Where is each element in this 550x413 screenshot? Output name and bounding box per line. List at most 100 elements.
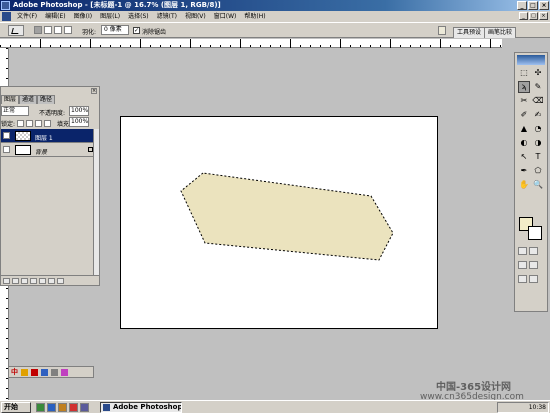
ime-language-toggle[interactable]: 中 xyxy=(11,367,18,377)
ime-mode-icon[interactable] xyxy=(21,368,28,376)
eye-icon[interactable] xyxy=(3,132,10,139)
ime-skin-icon[interactable] xyxy=(61,368,68,376)
ime-keyboard-icon[interactable] xyxy=(41,368,48,376)
lock-label: 锁定: xyxy=(1,120,16,128)
close-button[interactable]: × xyxy=(539,1,549,10)
layers-panel: × 图层 通道 路径 正常 不透明度: 100% 锁定: 填充: 100% 图层… xyxy=(0,86,100,286)
standard-screen-icon[interactable] xyxy=(518,261,527,269)
magic-wand-tool-icon[interactable]: ✎ xyxy=(532,81,544,93)
app-icon[interactable] xyxy=(69,403,78,412)
tab-paths[interactable]: 路径 xyxy=(37,95,56,104)
menu-view[interactable]: 视图(V) xyxy=(181,11,210,22)
quick-mask-icon[interactable] xyxy=(529,247,538,255)
lock-pixels-icon[interactable] xyxy=(26,119,34,127)
browser-icon[interactable] xyxy=(47,403,56,412)
menu-file[interactable]: 文件(F) xyxy=(13,11,41,22)
layer-thumbnail xyxy=(15,145,31,155)
background-color-swatch[interactable] xyxy=(528,226,542,240)
eye-icon[interactable] xyxy=(3,146,10,153)
lock-all-icon[interactable] xyxy=(44,119,52,127)
move-tool-icon[interactable]: ✣ xyxy=(532,67,544,79)
menu-help[interactable]: 帮助(H) xyxy=(240,11,269,22)
photoshop-logo-icon[interactable] xyxy=(517,55,545,65)
lock-transparency-icon[interactable] xyxy=(17,119,25,127)
menu-select[interactable]: 选择(S) xyxy=(124,11,153,22)
pen-tool-icon[interactable]: ✒ xyxy=(518,165,530,177)
menu-edit[interactable]: 编辑(E) xyxy=(41,11,69,22)
hand-tool-icon[interactable]: ✋ xyxy=(518,179,530,191)
doc-minimize-button[interactable]: _ xyxy=(519,12,528,20)
layer-style-icon[interactable] xyxy=(12,278,19,284)
ime-settings-icon[interactable] xyxy=(51,368,58,376)
layers-scrollbar[interactable] xyxy=(93,129,99,275)
selected-shape[interactable] xyxy=(181,173,393,260)
layers-footer xyxy=(1,275,99,285)
mask-icon[interactable] xyxy=(21,278,28,284)
new-layer-icon[interactable] xyxy=(48,278,55,284)
shape-tool-icon[interactable]: ⬠ xyxy=(532,165,544,177)
menu-window[interactable]: 窗口(W) xyxy=(210,11,241,22)
media-icon[interactable] xyxy=(80,403,89,412)
start-button[interactable]: 开始 xyxy=(1,402,31,413)
zoom-tool-icon[interactable]: 🔍 xyxy=(532,179,544,191)
trash-icon[interactable] xyxy=(57,278,64,284)
antialias-checkbox[interactable]: ✓ xyxy=(133,27,140,34)
stamp-tool-icon[interactable]: ▲ xyxy=(518,123,530,135)
doc-restore-button[interactable]: □ xyxy=(529,12,538,20)
opacity-input[interactable]: 100% xyxy=(69,106,89,116)
lock-row: 锁定: xyxy=(1,118,52,128)
crop-tool-icon[interactable]: ✂ xyxy=(518,95,530,107)
tab-tool-presets[interactable]: 工具预设 xyxy=(453,27,486,38)
intersect-selection-icon[interactable] xyxy=(64,26,72,34)
minimize-button[interactable]: _ xyxy=(517,1,527,10)
maximize-button[interactable]: □ xyxy=(528,1,538,10)
full-screen-menu-icon[interactable] xyxy=(529,261,538,269)
jump-to-imageready-icon[interactable] xyxy=(529,275,538,283)
layer-row-background[interactable]: 背景 xyxy=(1,143,95,157)
add-selection-icon[interactable] xyxy=(44,26,52,34)
blend-mode-select[interactable]: 正常 xyxy=(1,106,29,116)
tab-layers[interactable]: 图层 xyxy=(1,95,20,104)
menu-filter[interactable]: 滤镜(T) xyxy=(153,11,181,22)
clock[interactable]: 10:38 xyxy=(529,404,546,411)
ime-punct-icon[interactable] xyxy=(31,368,38,376)
polygonal-lasso-tool-icon[interactable]: ϡ xyxy=(518,81,530,93)
folder-icon[interactable] xyxy=(58,403,67,412)
horizontal-ruler xyxy=(0,39,502,48)
antialias-label: 消除锯齿 xyxy=(142,29,167,36)
tab-brushes[interactable]: 画笔比较 xyxy=(484,27,517,38)
brush-tool-icon[interactable]: ✍ xyxy=(532,109,544,121)
history-brush-tool-icon[interactable]: ◔ xyxy=(532,123,544,135)
new-selection-icon[interactable] xyxy=(34,26,42,34)
standard-mode-icon[interactable] xyxy=(518,247,527,255)
healing-brush-tool-icon[interactable]: ✐ xyxy=(518,109,530,121)
layers-panel-header[interactable]: × xyxy=(1,87,99,95)
adjustment-icon[interactable] xyxy=(39,278,46,284)
taskbar-photoshop-button[interactable]: Adobe Photoshop - [... xyxy=(100,402,182,413)
new-set-icon[interactable] xyxy=(30,278,37,284)
layer-thumbnail xyxy=(15,131,31,141)
fill-input[interactable]: 100% xyxy=(69,117,89,127)
full-screen-icon[interactable] xyxy=(518,275,527,283)
eraser-tool-icon[interactable]: ◐ xyxy=(518,137,530,149)
doc-close-button[interactable]: × xyxy=(539,12,548,20)
subtract-selection-icon[interactable] xyxy=(54,26,62,34)
slice-tool-icon[interactable]: ⌫ xyxy=(532,95,544,107)
type-tool-icon[interactable]: T xyxy=(532,151,544,163)
tab-channels[interactable]: 通道 xyxy=(19,95,38,104)
document-canvas[interactable] xyxy=(120,116,438,329)
link-icon[interactable] xyxy=(3,278,10,284)
desktop-icon[interactable] xyxy=(36,403,45,412)
marquee-tool-icon[interactable]: ⬚ xyxy=(518,67,530,79)
path-selection-tool-icon[interactable]: ↖ xyxy=(518,151,530,163)
canvas-artwork xyxy=(180,172,394,261)
layer-row-1[interactable]: 图层 1 xyxy=(1,129,95,143)
menu-layer[interactable]: 图层(L) xyxy=(96,11,124,22)
panel-close-icon[interactable]: × xyxy=(91,88,97,94)
gradient-tool-icon[interactable]: ◑ xyxy=(532,137,544,149)
menu-image[interactable]: 图像(I) xyxy=(70,11,96,22)
palette-well-icon[interactable] xyxy=(438,26,446,35)
lock-position-icon[interactable] xyxy=(35,119,43,127)
feather-input[interactable]: 0 像素 xyxy=(101,25,129,35)
tool-preset-picker[interactable] xyxy=(8,25,24,36)
